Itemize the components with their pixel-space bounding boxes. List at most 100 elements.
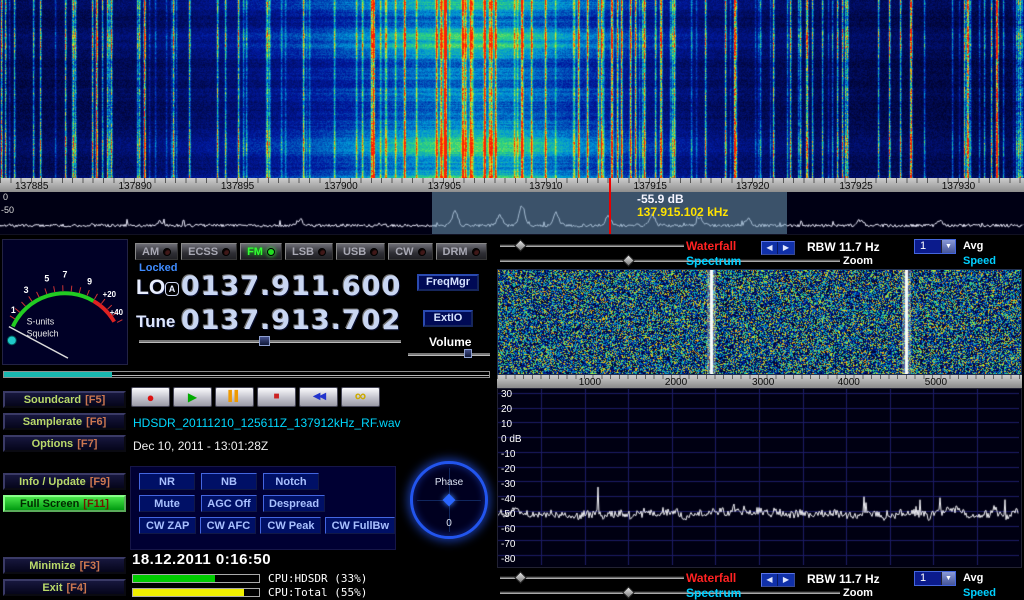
cw-fullbw-button[interactable]: CW FullBw: [325, 517, 395, 534]
slider-handle[interactable]: [259, 336, 270, 346]
arrow-right-icon[interactable]: ▶: [778, 574, 794, 586]
notch-button[interactable]: Notch: [263, 473, 319, 490]
arrow-left-icon[interactable]: ◀: [762, 574, 778, 586]
pause-button[interactable]: ▌▌: [215, 387, 254, 407]
speed-label: Speed: [963, 587, 996, 599]
af-waterfall-display[interactable]: [497, 269, 1022, 375]
meter-tick: +40: [110, 308, 124, 317]
dropdown-icon[interactable]: ▼: [941, 572, 955, 585]
avg-label: Avg: [963, 240, 983, 252]
frequency-tick: 137900: [324, 181, 357, 192]
minimize-button[interactable]: Minimize[F3]: [3, 557, 126, 574]
slider-handle[interactable]: [622, 586, 635, 599]
frequency-tick: 137930: [942, 181, 975, 192]
loop-button[interactable]: ∞: [341, 387, 380, 407]
tune-frequency-display[interactable]: 0137.913.702: [181, 305, 401, 336]
nr-button[interactable]: NR: [139, 473, 195, 490]
freqmgr-button[interactable]: FreqMgr: [417, 274, 479, 291]
zoom-arrows[interactable]: ◀ ▶: [761, 573, 795, 587]
stop-button[interactable]: ■: [257, 387, 296, 407]
arrow-left-icon[interactable]: ◀: [762, 242, 778, 254]
mode-am[interactable]: AM: [135, 243, 178, 260]
mode-fm[interactable]: FM: [240, 243, 282, 260]
nb-button[interactable]: NB: [201, 473, 257, 490]
mode-led: [267, 248, 275, 256]
spectrum-zoom-slider[interactable]: [500, 259, 840, 262]
rf-waterfall-display[interactable]: [0, 0, 1024, 178]
mute-button[interactable]: Mute: [139, 495, 195, 512]
frequency-tick: 137885: [15, 181, 48, 192]
cw-afc-button[interactable]: CW AFC: [200, 517, 257, 534]
locked-label: Locked: [139, 262, 178, 274]
cursor-frequency-value: 137.915.102 kHz: [637, 206, 728, 219]
slider-handle[interactable]: [514, 571, 527, 584]
record-button[interactable]: ●: [131, 387, 170, 407]
squelch-knob[interactable]: [7, 336, 16, 345]
arrow-right-icon[interactable]: ▶: [778, 242, 794, 254]
rewind-icon: ◀◀: [313, 392, 324, 402]
meter-minor-tick: [15, 308, 20, 312]
mode-ecss[interactable]: ECSS: [181, 243, 237, 260]
af-spectrum-display[interactable]: 30 20 10 0 dB -10 -20 -30 -40 -50 -60 -7…: [497, 388, 1022, 568]
meter-minor-tick: [54, 286, 55, 292]
options-button[interactable]: Options[F7]: [3, 435, 126, 452]
exit-button[interactable]: Exit[F4]: [3, 579, 126, 596]
loop-icon: ∞: [355, 389, 366, 405]
mode-cw[interactable]: CW: [388, 243, 432, 260]
lo-frequency-display[interactable]: 0137.911.600: [181, 271, 401, 302]
cw-zap-button[interactable]: CW ZAP: [139, 517, 196, 534]
info-update-button[interactable]: Info / Update[F9]: [3, 473, 126, 490]
zoom-arrows[interactable]: ◀ ▶: [761, 241, 795, 255]
rewind-button[interactable]: ◀◀: [299, 387, 338, 407]
mode-led: [222, 248, 230, 256]
agc-off-button[interactable]: AGC Off: [201, 495, 257, 512]
meter-tick: 1: [11, 305, 16, 315]
lo-auto-badge[interactable]: A: [165, 282, 179, 296]
fullscreen-button[interactable]: Full Screen[F11]: [3, 495, 126, 512]
despread-button[interactable]: Despread: [263, 495, 325, 512]
extio-button[interactable]: ExtIO: [423, 310, 473, 327]
avg-select[interactable]: 1 ▼: [914, 239, 956, 254]
rf-spectrum-panel[interactable]: 0 -50 -55.9 dB 137.915.102 kHz: [0, 192, 1024, 234]
meter-minor-tick: [45, 288, 47, 294]
cw-peak-button[interactable]: CW Peak: [260, 517, 320, 534]
volume-label: Volume: [429, 335, 471, 349]
spectrum-zoom-slider[interactable]: [500, 591, 840, 594]
play-button[interactable]: ▶: [173, 387, 212, 407]
avg-select[interactable]: 1 ▼: [914, 571, 956, 586]
cursor-readout: -55.9 dB 137.915.102 kHz: [637, 193, 728, 219]
waterfall-label: Waterfall: [686, 239, 736, 253]
main-control-panel: 1 3 5 7 9 +20 +40 S-units Squelch Soundc…: [0, 234, 1024, 600]
dsp-panel: NR NB Notch Mute AGC Off Despread CW ZAP…: [130, 466, 396, 550]
dropdown-icon[interactable]: ▼: [941, 240, 955, 253]
mode-drm[interactable]: DRM: [436, 243, 487, 260]
mode-led: [370, 248, 378, 256]
volume-slider[interactable]: [408, 353, 490, 356]
waterfall-contrast-slider[interactable]: [500, 576, 684, 579]
mode-led: [418, 248, 426, 256]
cpu-hdsdr-text: CPU:HDSDR (33%): [268, 572, 367, 585]
meter-minor-tick: [22, 302, 26, 306]
db-axis-labels: 30 20 10 0 dB -10 -20 -30 -40 -50 -60 -7…: [501, 390, 522, 565]
squelch-level-bar[interactable]: [3, 371, 490, 378]
samplerate-button[interactable]: Samplerate[F6]: [3, 413, 126, 430]
date-time-display: 18.12.2011 0:16:50: [132, 551, 271, 568]
mode-led: [163, 248, 171, 256]
mode-usb[interactable]: USB: [336, 243, 385, 260]
cpu-total-text: CPU:Total (55%): [268, 586, 367, 599]
tune-step-slider[interactable]: [139, 340, 401, 343]
rf-frequency-ruler[interactable]: 137885 137890 137895 137900 137905 13791…: [0, 178, 1024, 192]
af-frequency-scale[interactable]: 1000 2000 3000 4000 5000: [497, 375, 1022, 388]
frequency-tick: 137910: [529, 181, 562, 192]
tune-cursor-line: [609, 192, 611, 234]
slider-handle[interactable]: [514, 239, 527, 252]
meter-minor-tick: [71, 286, 72, 292]
af-frequency-tick: 3000: [752, 377, 774, 388]
mode-lsb[interactable]: LSB: [285, 243, 333, 260]
soundcard-button[interactable]: Soundcard[F5]: [3, 391, 126, 408]
waterfall-contrast-slider[interactable]: [500, 244, 684, 247]
slider-handle[interactable]: [464, 349, 472, 358]
slider-handle[interactable]: [622, 254, 635, 267]
cpu-total-meter: CPU:Total (55%): [132, 586, 367, 599]
db-axis-minus50: -50: [1, 205, 14, 215]
